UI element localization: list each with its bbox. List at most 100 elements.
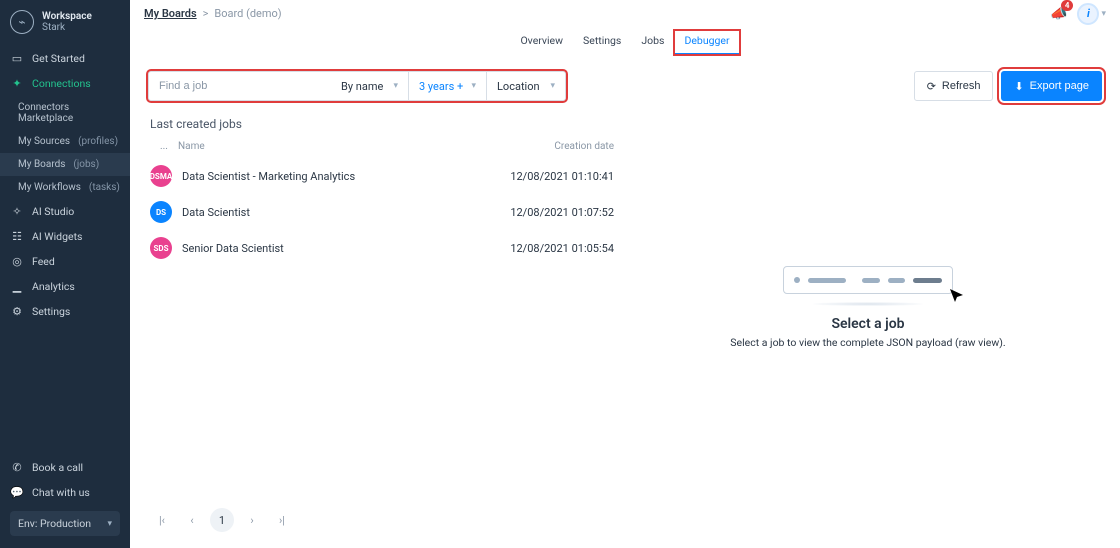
range-dropdown[interactable]: 3 years + ▾ bbox=[409, 72, 487, 100]
env-label: Env: Production bbox=[18, 517, 91, 530]
sort-dropdown[interactable]: By name ▾ bbox=[331, 72, 409, 100]
book-a-call[interactable]: ✆ Book a call bbox=[10, 455, 120, 480]
job-badge: DS bbox=[150, 201, 172, 223]
avatar-icon: i bbox=[1077, 3, 1099, 25]
empty-state-illustration bbox=[783, 266, 953, 310]
page-next[interactable]: › bbox=[240, 508, 264, 532]
workspace-label: Workspace Stark bbox=[42, 11, 92, 33]
widgets-icon: ☷ bbox=[10, 230, 24, 243]
page-last[interactable]: ›| bbox=[270, 508, 294, 532]
nav-connections[interactable]: ✦ Connections bbox=[0, 71, 130, 96]
topbar-right: 📣 4 i ▾ bbox=[1050, 3, 1106, 25]
detail-panel: Select a job Select a job to view the co… bbox=[634, 117, 1102, 498]
nav-my-sources[interactable]: My Sources (profiles) bbox=[0, 130, 130, 153]
chat-icon: 💬 bbox=[10, 486, 24, 499]
chevron-down-icon: ▾ bbox=[107, 519, 112, 529]
sidebar-nav: ▭ Get Started ✦ Connections Connectors M… bbox=[0, 46, 130, 324]
nav-sub-paren: (tasks) bbox=[89, 182, 120, 193]
content: By name ▾ 3 years + ▾ Location ▾ ⟳ Refre… bbox=[130, 57, 1120, 548]
refresh-icon: ⟳ bbox=[927, 80, 936, 93]
panels: Last created jobs ... Name Creation date… bbox=[148, 117, 1102, 498]
empty-state-sub: Select a job to view the complete JSON p… bbox=[730, 336, 1005, 349]
nav-feed[interactable]: ◎ Feed bbox=[0, 249, 130, 274]
tab-jobs[interactable]: Jobs bbox=[631, 30, 674, 55]
job-date: 12/08/2021 01:05:54 bbox=[474, 242, 614, 255]
chart-icon: ▁ bbox=[10, 280, 24, 293]
tab-bar: Overview Settings Jobs Debugger bbox=[130, 27, 1120, 57]
refresh-button[interactable]: ⟳ Refresh bbox=[914, 71, 994, 101]
tab-debugger[interactable]: Debugger bbox=[674, 30, 739, 55]
job-name: Data Scientist - Marketing Analytics bbox=[182, 170, 474, 183]
job-row[interactable]: DSMA Data Scientist - Marketing Analytics… bbox=[148, 158, 616, 194]
topbar: My Boards > Board (demo) 📣 4 i ▾ bbox=[130, 0, 1120, 27]
tab-settings[interactable]: Settings bbox=[573, 30, 631, 55]
page-first[interactable]: |‹ bbox=[150, 508, 174, 532]
breadcrumb-root[interactable]: My Boards bbox=[144, 7, 197, 20]
chevron-down-icon: ▾ bbox=[550, 81, 555, 91]
nav-ai-studio-label: AI Studio bbox=[32, 205, 74, 218]
nav-ai-widgets[interactable]: ☷ AI Widgets bbox=[0, 224, 130, 249]
breadcrumb: My Boards > Board (demo) bbox=[144, 7, 282, 20]
col-index: ... bbox=[150, 141, 178, 152]
search-input[interactable] bbox=[149, 72, 331, 100]
filter-bar: By name ▾ 3 years + ▾ Location ▾ bbox=[148, 71, 566, 101]
notifications-button[interactable]: 📣 4 bbox=[1050, 6, 1067, 22]
nav-connections-label: Connections bbox=[32, 77, 91, 90]
nav-my-boards[interactable]: My Boards (jobs) bbox=[0, 153, 130, 176]
tab-overview[interactable]: Overview bbox=[510, 30, 573, 55]
gear-icon: ⚙ bbox=[10, 305, 24, 318]
chevron-down-icon: ▾ bbox=[393, 81, 398, 91]
jobs-panel: Last created jobs ... Name Creation date… bbox=[148, 117, 616, 498]
page-prev[interactable]: ‹ bbox=[180, 508, 204, 532]
book-a-call-label: Book a call bbox=[32, 461, 83, 474]
download-icon: ⬇ bbox=[1014, 80, 1023, 93]
nav-sub-label: My Workflows bbox=[18, 182, 81, 193]
workspace-header[interactable]: ⌁ Workspace Stark bbox=[0, 0, 130, 46]
jobs-table-header: ... Name Creation date bbox=[148, 137, 616, 158]
nav-ai-studio[interactable]: ✧ AI Studio bbox=[0, 199, 130, 224]
empty-state-title: Select a job bbox=[730, 316, 1005, 332]
jobs-title: Last created jobs bbox=[148, 117, 616, 131]
range-label: 3 years + bbox=[419, 80, 463, 93]
nav-sub-label: My Boards bbox=[18, 159, 65, 170]
chat-with-us-label: Chat with us bbox=[32, 486, 90, 499]
nav-connectors-marketplace[interactable]: Connectors Marketplace bbox=[0, 96, 130, 130]
nav-sub-paren: (profiles) bbox=[78, 136, 118, 147]
notifications-count: 4 bbox=[1061, 0, 1074, 11]
nav-ai-widgets-label: AI Widgets bbox=[32, 230, 82, 243]
job-badge: DSMA bbox=[150, 165, 172, 187]
jobs-table-body: DSMA Data Scientist - Marketing Analytics… bbox=[148, 158, 616, 266]
job-name: Data Scientist bbox=[182, 206, 474, 219]
job-row[interactable]: SDSSenior Data Scientist12/08/2021 01:05… bbox=[148, 230, 616, 266]
location-dropdown[interactable]: Location ▾ bbox=[487, 72, 565, 100]
empty-state: Select a job Select a job to view the co… bbox=[730, 266, 1005, 349]
env-selector[interactable]: Env: Production ▾ bbox=[10, 511, 120, 536]
main: My Boards > Board (demo) 📣 4 i ▾ Overvie… bbox=[130, 0, 1120, 548]
pagination: |‹ ‹ 1 › ›| bbox=[148, 498, 1102, 538]
chevron-down-icon: ▾ bbox=[1101, 9, 1106, 19]
nav-get-started-label: Get Started bbox=[32, 52, 85, 65]
nav-settings[interactable]: ⚙ Settings bbox=[0, 299, 130, 324]
nav-analytics[interactable]: ▁ Analytics bbox=[0, 274, 130, 299]
book-icon: ▭ bbox=[10, 52, 24, 65]
job-date: 12/08/2021 01:07:52 bbox=[474, 206, 614, 219]
job-row[interactable]: DS Data Scientist12/08/2021 01:07:52 bbox=[148, 194, 616, 230]
export-button[interactable]: ⬇ Export page bbox=[1001, 71, 1102, 101]
page-number[interactable]: 1 bbox=[210, 508, 234, 532]
workspace-logo-icon: ⌁ bbox=[10, 10, 34, 34]
chat-with-us[interactable]: 💬 Chat with us bbox=[10, 480, 120, 505]
location-label: Location bbox=[497, 80, 540, 93]
nav-get-started[interactable]: ▭ Get Started bbox=[0, 46, 130, 71]
nav-analytics-label: Analytics bbox=[32, 280, 75, 293]
nav-settings-label: Settings bbox=[32, 305, 70, 318]
phone-icon: ✆ bbox=[10, 461, 24, 474]
col-date: Creation date bbox=[474, 141, 614, 152]
user-menu[interactable]: i ▾ bbox=[1077, 3, 1106, 25]
sidebar: ⌁ Workspace Stark ▭ Get Started ✦ Connec… bbox=[0, 0, 130, 548]
refresh-label: Refresh bbox=[942, 80, 981, 92]
nav-my-workflows[interactable]: My Workflows (tasks) bbox=[0, 176, 130, 199]
job-name: Senior Data Scientist bbox=[182, 242, 474, 255]
broadcast-icon: ◎ bbox=[10, 255, 24, 268]
plug-icon: ✦ bbox=[10, 77, 24, 90]
workspace-name: Stark bbox=[42, 22, 92, 33]
